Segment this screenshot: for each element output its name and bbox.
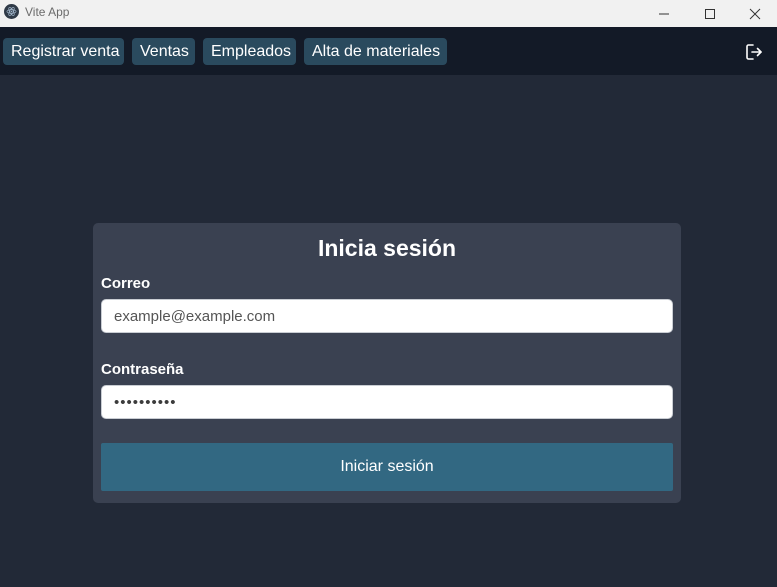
window-title: Vite App <box>25 5 70 19</box>
password-field[interactable] <box>101 385 673 419</box>
main-navbar: Registrar venta Ventas Empleados Alta de… <box>0 27 777 75</box>
nav-empleados[interactable]: Empleados <box>203 38 296 65</box>
login-submit-button[interactable]: Iniciar sesión <box>101 443 673 491</box>
email-label: Correo <box>101 275 151 292</box>
login-title: Inicia sesión <box>317 235 457 261</box>
minimize-icon <box>659 13 669 14</box>
nav-registrar-venta[interactable]: Registrar venta <box>3 38 124 65</box>
electron-icon <box>4 4 19 19</box>
window-titlebar: Vite App <box>0 0 777 27</box>
close-button[interactable] <box>732 0 777 27</box>
maximize-button[interactable] <box>687 0 733 27</box>
email-field[interactable] <box>101 299 673 333</box>
logout-icon[interactable] <box>744 42 764 62</box>
login-card: Inicia sesión Correo Contraseña Iniciar … <box>93 223 681 503</box>
close-icon <box>749 8 761 19</box>
nav-alta-de-materiales[interactable]: Alta de materiales <box>304 38 447 65</box>
maximize-icon <box>705 8 715 19</box>
minimize-button[interactable] <box>641 0 687 27</box>
nav-ventas[interactable]: Ventas <box>132 38 195 65</box>
electron-icon-glyph <box>6 7 17 16</box>
password-label: Contraseña <box>101 361 184 378</box>
